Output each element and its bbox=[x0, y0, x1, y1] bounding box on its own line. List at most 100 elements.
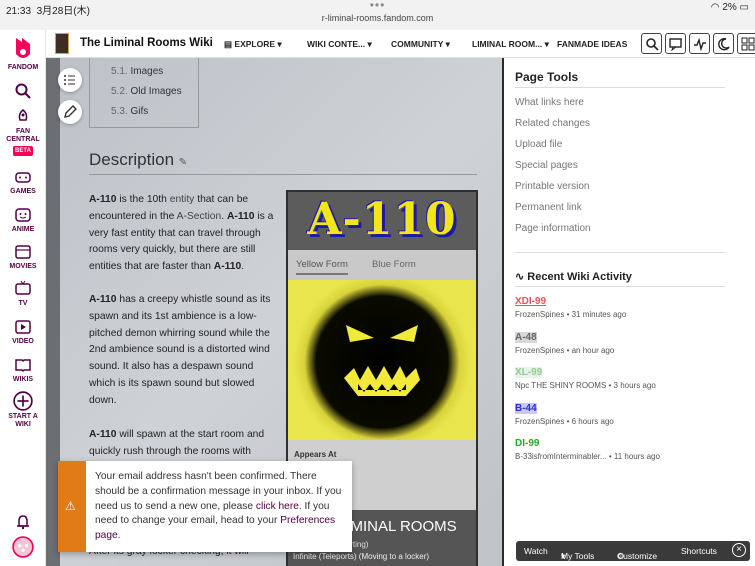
infobox-line-2: Infinite (Teleports) (Moving to a locker… bbox=[293, 552, 430, 561]
link-entity[interactable]: entity bbox=[170, 194, 195, 205]
activity-item-title[interactable]: XL-99 bbox=[515, 367, 543, 378]
wiki-top-nav: The Liminal Rooms Wiki ▤ EXPLORE ▾ WIKI … bbox=[46, 30, 755, 58]
nav-fanmade-ideas[interactable]: FANMADE IDEAS bbox=[557, 39, 627, 49]
tool-link[interactable]: Page information bbox=[515, 223, 591, 234]
link-a-section[interactable]: A-Section bbox=[177, 211, 222, 222]
search-icon bbox=[15, 83, 31, 99]
nav-wiki-content[interactable]: WIKI CONTE... ▾ bbox=[307, 39, 372, 50]
rail-tv[interactable]: TV bbox=[0, 280, 46, 308]
toc-item[interactable]: 5.3. Gifs bbox=[111, 106, 148, 117]
gamepad-icon bbox=[15, 172, 31, 183]
menu-button[interactable] bbox=[737, 33, 755, 54]
tool-link[interactable]: What links here bbox=[515, 97, 584, 108]
address-bar-url[interactable]: r-liminal-rooms.fandom.com bbox=[0, 13, 755, 23]
infobox-footer-title: LIMINAL ROOMS bbox=[338, 518, 457, 535]
close-icon[interactable]: × bbox=[732, 543, 746, 557]
activity-item-title[interactable]: DI-99 bbox=[515, 438, 539, 449]
tool-link[interactable]: Upload file bbox=[515, 139, 562, 150]
tool-link[interactable]: Related changes bbox=[515, 118, 590, 129]
banner-message: Your email address hasn't been confirmed… bbox=[95, 471, 342, 542]
activity-item-meta: B-33isfromInterminabler... • 11 hours ag… bbox=[515, 452, 660, 461]
chevron-down-icon: ▾ bbox=[542, 39, 549, 49]
start-wiki-label: START A WIKI bbox=[8, 413, 38, 428]
fandom-left-rail: FANDOM FAN CENTRAL BETA GAMES ANIME MOVI… bbox=[0, 30, 46, 566]
fan-central-label: FAN CENTRAL bbox=[6, 128, 40, 143]
status-right: ◠ 2% ▭ bbox=[711, 2, 749, 13]
edit-pencil-icon[interactable]: ✎ bbox=[179, 157, 187, 168]
avatar-icon bbox=[12, 536, 34, 558]
battery-percent: 2% bbox=[722, 2, 737, 13]
tab-blue-form[interactable]: Blue Form bbox=[372, 259, 416, 270]
tab-yellow-form[interactable]: Yellow Form bbox=[296, 259, 348, 275]
section-heading: Description ✎ bbox=[89, 150, 188, 169]
wikis-label: WIKIS bbox=[12, 376, 34, 383]
explore-icon: ▤ bbox=[224, 39, 235, 49]
activity-item-meta: Npc THE SHINY ROOMS • 3 hours ago bbox=[515, 381, 656, 390]
tool-link[interactable]: Permanent link bbox=[515, 202, 582, 213]
recent-activity-title: ∿ Recent Wiki Activity bbox=[515, 271, 632, 283]
nav-community[interactable]: COMMUNITY ▾ bbox=[391, 39, 450, 50]
heading-divider bbox=[89, 174, 477, 175]
shortcuts-button[interactable]: Shortcuts bbox=[681, 546, 717, 556]
edit-button[interactable] bbox=[58, 100, 82, 124]
rail-start-wiki[interactable]: START A WIKI bbox=[0, 391, 46, 429]
anime-icon bbox=[15, 208, 31, 222]
activity-item-meta: FrozenSpines • 31 minutes ago bbox=[515, 310, 627, 319]
section-divider bbox=[515, 252, 725, 253]
battery-icon: ▭ bbox=[739, 2, 749, 13]
rail-movies[interactable]: MOVIES bbox=[0, 243, 46, 271]
chevron-down-icon: ▾ bbox=[365, 39, 372, 49]
bell-icon bbox=[17, 515, 29, 530]
rocket-icon bbox=[18, 109, 28, 121]
moon-icon bbox=[718, 38, 730, 51]
user-avatar[interactable] bbox=[0, 536, 46, 560]
movies-label: MOVIES bbox=[9, 263, 37, 270]
nav-liminal-room[interactable]: LIMINAL ROOM... ▾ bbox=[472, 39, 549, 50]
rail-anime[interactable]: ANIME bbox=[0, 206, 46, 234]
paragraph-3: A-110 will spawn at the start room and q… bbox=[89, 429, 265, 457]
appears-at-label: Appears At bbox=[294, 450, 337, 459]
infobox-image[interactable] bbox=[288, 274, 476, 450]
anime-label: ANIME bbox=[11, 226, 35, 233]
more-dots-icon[interactable]: ••• bbox=[0, 0, 755, 11]
rail-fan-central[interactable]: FAN CENTRAL BETA bbox=[0, 108, 46, 156]
toc-toggle-button[interactable] bbox=[58, 68, 82, 92]
tool-link[interactable]: Special pages bbox=[515, 160, 578, 171]
activity-button[interactable] bbox=[689, 33, 710, 54]
paragraph-2: A-110 has a creepy whistle sound as its … bbox=[89, 294, 271, 406]
tool-link[interactable]: Printable version bbox=[515, 181, 589, 192]
email-confirmation-banner: ⚠ Your email address hasn't been confirm… bbox=[58, 461, 352, 552]
games-label: GAMES bbox=[10, 188, 36, 195]
chat-bubble-icon bbox=[669, 38, 682, 51]
activity-item-meta: FrozenSpines • an hour ago bbox=[515, 346, 615, 355]
rail-games[interactable]: GAMES bbox=[0, 168, 46, 196]
wiki-logo-icon[interactable] bbox=[55, 33, 69, 54]
rail-video[interactable]: VIDEO bbox=[0, 318, 46, 346]
wifi-icon: ◠ bbox=[710, 2, 720, 13]
table-of-contents: 5.1. Images 5.2. Old Images 5.3. Gifs bbox=[89, 58, 199, 128]
paragraph-1: A-110 is the 10th entity that can be enc… bbox=[89, 194, 274, 273]
activity-item-title[interactable]: A-48 bbox=[515, 332, 537, 343]
wiki-title[interactable]: The Liminal Rooms Wiki bbox=[80, 37, 213, 49]
activity-item-title[interactable]: B-44 bbox=[515, 403, 537, 414]
notifications-button[interactable] bbox=[0, 513, 46, 533]
search-button[interactable] bbox=[641, 33, 662, 54]
theme-toggle-button[interactable] bbox=[713, 33, 734, 54]
activity-item-meta: FrozenSpines • 6 hours ago bbox=[515, 417, 614, 426]
pencil-icon bbox=[64, 105, 77, 118]
fandom-logo[interactable]: FANDOM bbox=[0, 36, 46, 72]
rail-search[interactable] bbox=[0, 82, 46, 102]
discussions-button[interactable] bbox=[665, 33, 686, 54]
click-here-link[interactable]: click here bbox=[256, 501, 299, 512]
browser-status-bar: 21:33 3月28日(木) ••• r-liminal-rooms.fando… bbox=[0, 0, 755, 30]
watch-button[interactable]: Watch bbox=[524, 546, 548, 556]
activity-item-title[interactable]: XDI-99 bbox=[515, 296, 546, 307]
beta-badge: BETA bbox=[13, 146, 33, 156]
toc-item[interactable]: 5.2. Old Images bbox=[111, 86, 182, 97]
toc-item[interactable]: 5.1. Images bbox=[111, 66, 163, 77]
rail-wikis[interactable]: WIKIS bbox=[0, 356, 46, 384]
nav-explore[interactable]: ▤ EXPLORE ▾ bbox=[224, 39, 282, 50]
book-icon bbox=[15, 359, 31, 373]
chevron-down-icon: ▾ bbox=[275, 39, 282, 49]
fandom-label: FANDOM bbox=[7, 64, 39, 71]
